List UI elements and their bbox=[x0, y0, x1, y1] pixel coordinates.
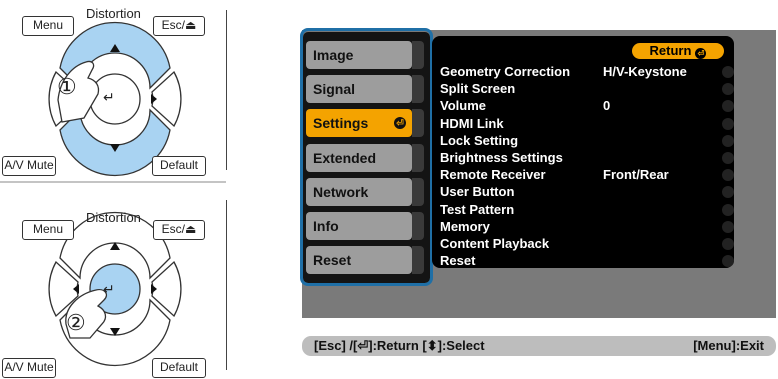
status-bar: [Esc] /[⏎]:Return [⬍]:Select [Menu]:Exit bbox=[302, 336, 776, 356]
menu-item-label: Geometry Correction bbox=[440, 64, 571, 79]
step-number: ① bbox=[57, 74, 77, 99]
distortion-label: Distortion bbox=[86, 6, 141, 21]
menu-item[interactable]: Reset bbox=[440, 253, 734, 269]
av-mute-button[interactable]: A/V Mute bbox=[2, 358, 56, 378]
menu-item-label: Content Playback bbox=[440, 236, 550, 251]
menu-item-label: HDMI Link bbox=[440, 115, 504, 131]
menu-item-label: Remote Receiver bbox=[440, 167, 546, 183]
row-end-cap bbox=[722, 203, 734, 216]
menu-item-value: H/V-Keystone bbox=[603, 64, 687, 79]
distortion-label: Distortion bbox=[86, 210, 141, 225]
menu-item[interactable]: User Button bbox=[440, 184, 734, 200]
menu-item[interactable]: Split Screen bbox=[440, 81, 734, 97]
menu-item-label: Reset bbox=[440, 253, 476, 269]
menu-highlight-frame bbox=[300, 28, 433, 286]
default-button[interactable]: Default bbox=[152, 358, 206, 378]
step-number: ② bbox=[66, 310, 86, 335]
enter-icon: ⏎ bbox=[695, 48, 707, 59]
return-label: Return bbox=[649, 43, 692, 58]
menu-item-value: 0 bbox=[603, 98, 611, 114]
menu-item[interactable]: Volume 0 bbox=[440, 98, 734, 114]
menu-item-label: User Button bbox=[440, 184, 515, 200]
menu-item-label: Test Pattern bbox=[440, 201, 515, 217]
row-end-cap bbox=[722, 152, 734, 164]
return-button[interactable]: Return ⏎ bbox=[632, 43, 724, 59]
status-hint-right: [Menu]:Exit bbox=[693, 338, 764, 353]
menu-item-label: Memory bbox=[440, 218, 490, 234]
menu-button[interactable]: Menu bbox=[22, 220, 74, 240]
menu-item-label: Brightness Settings bbox=[440, 150, 563, 165]
status-hint-left: [Esc] /[⏎]:Return [⬍]:Select bbox=[314, 338, 485, 353]
divider bbox=[226, 10, 227, 170]
row-end-cap bbox=[722, 238, 734, 250]
menu-item[interactable]: Test Pattern bbox=[440, 201, 734, 218]
remote-step-2: Menu Distortion Esc/⏏ ② ↵ A/V Mute Defau… bbox=[0, 190, 226, 378]
divider bbox=[226, 200, 227, 370]
enter-icon: ↵ bbox=[103, 281, 115, 297]
menu-item[interactable]: Memory bbox=[440, 218, 734, 235]
esc-button[interactable]: Esc/⏏ bbox=[153, 220, 205, 240]
row-end-cap bbox=[722, 66, 734, 78]
menu-item[interactable]: HDMI Link bbox=[440, 115, 734, 132]
menu-item[interactable]: Geometry Correction H/V-Keystone bbox=[440, 64, 734, 80]
menu-item-value: Front/Rear bbox=[603, 167, 669, 183]
menu-item-label: Split Screen bbox=[440, 81, 516, 97]
menu-item-label: Volume bbox=[440, 98, 486, 114]
menu-item[interactable]: Remote Receiver Front/Rear bbox=[440, 167, 734, 183]
menu-item[interactable]: Brightness Settings bbox=[440, 150, 734, 166]
row-end-cap bbox=[722, 117, 734, 130]
menu-item[interactable]: Content Playback bbox=[440, 236, 734, 252]
menu-item[interactable]: Lock Setting bbox=[440, 132, 734, 149]
default-button[interactable]: Default bbox=[152, 156, 206, 176]
av-mute-button[interactable]: A/V Mute bbox=[2, 156, 56, 176]
menu-item-label: Lock Setting bbox=[440, 132, 519, 148]
enter-icon: ↵ bbox=[103, 89, 115, 105]
row-end-cap bbox=[722, 220, 734, 233]
menu-button[interactable]: Menu bbox=[22, 16, 74, 36]
remote-step-1: Menu Distortion Esc/⏏ ① ↵ A/V Mute Defau… bbox=[0, 0, 226, 183]
esc-button[interactable]: Esc/⏏ bbox=[153, 16, 205, 36]
row-end-cap bbox=[722, 134, 734, 147]
